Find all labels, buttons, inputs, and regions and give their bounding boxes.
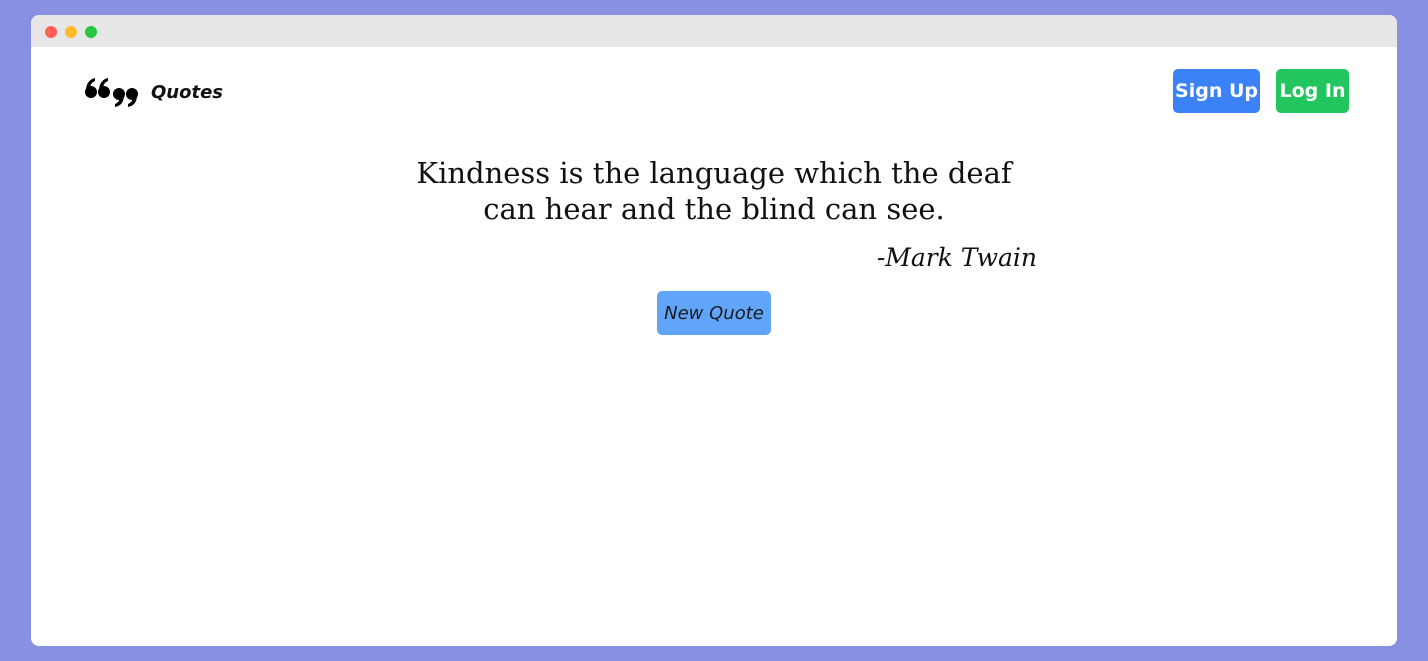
new-quote-button[interactable]: New Quote	[657, 291, 771, 335]
brand-logo[interactable]: Quotes	[83, 77, 223, 107]
quote-card: Kindness is the language which the deaf …	[391, 155, 1037, 272]
quote-text: Kindness is the language which the deaf …	[416, 156, 1012, 226]
log-in-button[interactable]: Log In	[1276, 69, 1349, 113]
brand-label: Quotes	[151, 81, 224, 103]
maximize-window-dot[interactable]	[85, 26, 97, 38]
quote-author: -Mark Twain	[876, 243, 1037, 272]
close-window-dot[interactable]	[45, 26, 57, 38]
quote-marks-icon	[85, 78, 138, 107]
minimize-window-dot[interactable]	[65, 26, 77, 38]
sign-up-button[interactable]: Sign Up	[1173, 69, 1260, 113]
window-titlebar	[31, 15, 1397, 47]
browser-window: Quotes Sign Up Log In Kindness is the la…	[31, 15, 1397, 646]
